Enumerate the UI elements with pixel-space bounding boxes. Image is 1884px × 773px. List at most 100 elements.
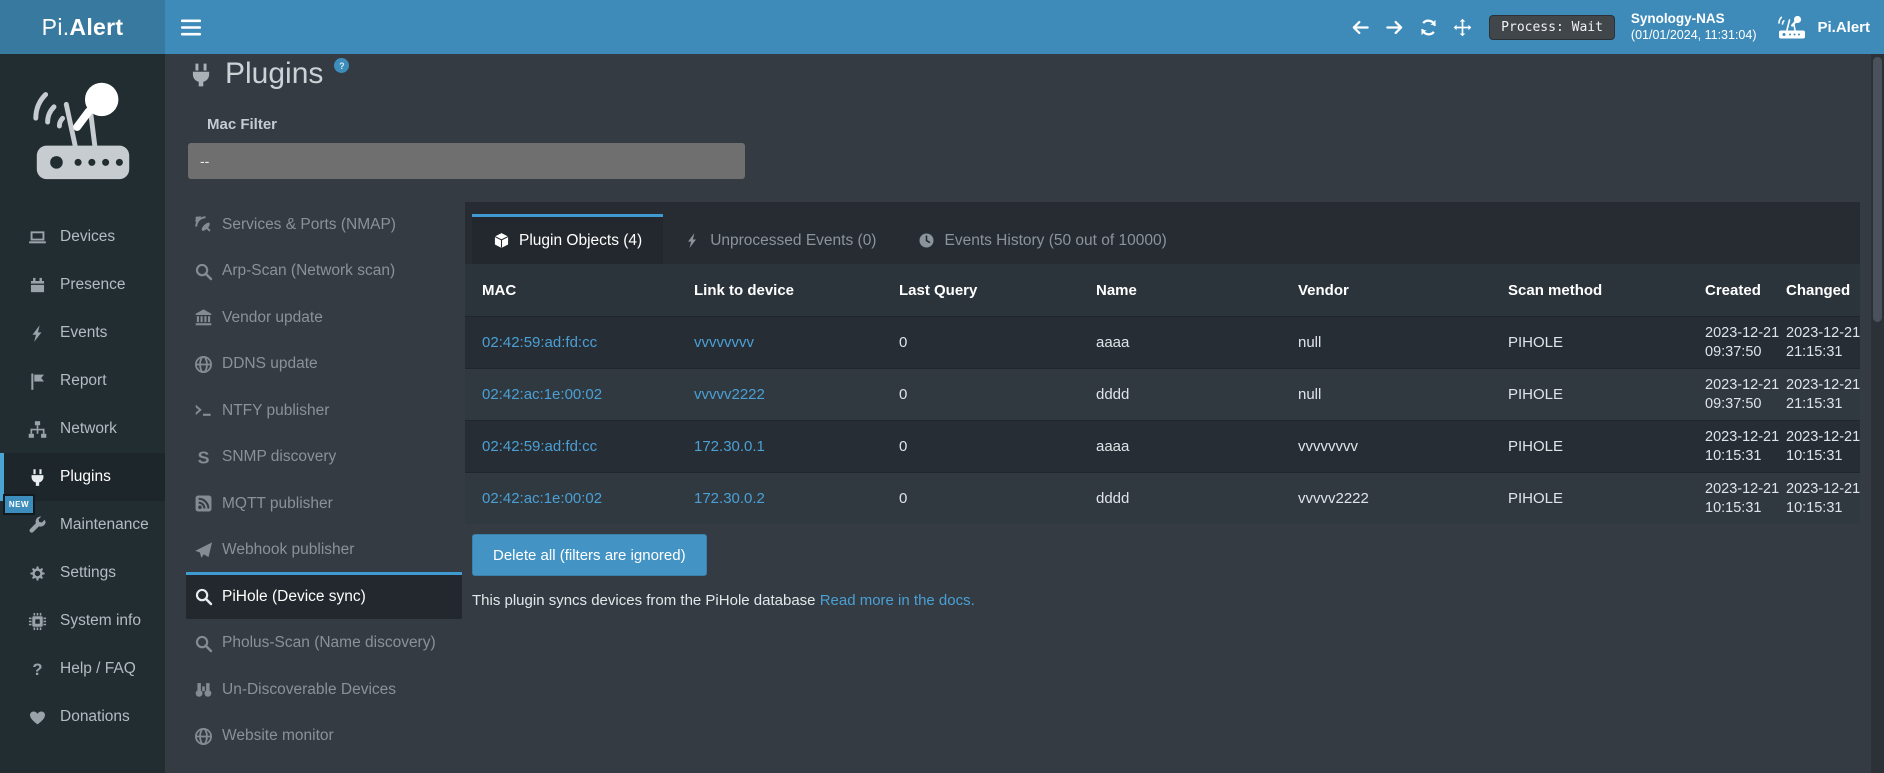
question-icon: ? (28, 660, 47, 679)
plugin-nav-item-arpscan[interactable]: Arp-Scan (Network scan) (186, 247, 462, 294)
created-date: 2023-12-21 (1705, 324, 1786, 343)
plugin-nav-item-pihole[interactable]: PiHole (Device sync) (186, 572, 462, 619)
tab-bar: Plugin Objects (4) Unprocessed Events (0… (465, 202, 1860, 264)
sidebar-item-label: Network (60, 420, 117, 438)
heart-icon (28, 708, 47, 727)
fullscreen-move-button[interactable] (1445, 0, 1479, 54)
host-name: Synology-NAS (1631, 11, 1757, 28)
plugin-nav-item-vendor-update[interactable]: Vendor update (186, 293, 462, 340)
arrow-right-icon (1385, 18, 1404, 37)
last-query-cell: 0 (899, 438, 1096, 455)
app-name: Pi.Alert (1817, 19, 1870, 36)
created-date: 2023-12-21 (1705, 376, 1786, 395)
globe-icon (194, 355, 213, 374)
sidebar-item-network[interactable]: Network (0, 405, 165, 453)
plugin-nav-item-webhook[interactable]: Webhook publisher (186, 526, 462, 573)
sidebar-item-label: Events (60, 324, 107, 342)
sidebar-item-system-info[interactable]: System info (0, 597, 165, 645)
plugin-description: This plugin syncs devices from the PiHol… (472, 592, 975, 609)
sidebar-item-report[interactable]: Report (0, 357, 165, 405)
search-icon (194, 262, 213, 281)
created-cell: 2023-12-21 10:15:31 (1705, 428, 1786, 466)
sidebar-item-plugins[interactable]: Plugins (0, 453, 165, 501)
mac-link[interactable]: 02:42:59:ad:fd:cc (482, 334, 694, 351)
plugin-detail-card: Plugin Objects (4) Unprocessed Events (0… (465, 202, 1860, 524)
plugin-nav-item-undiscoverable[interactable]: Un-Discoverable Devices (186, 665, 462, 712)
plugin-nav-item-website-monitor[interactable]: Website monitor (186, 712, 462, 759)
app-brand-right[interactable]: Pi.Alert (1776, 13, 1870, 41)
plugin-nav-label: Pholus-Scan (Name discovery) (222, 634, 436, 652)
delete-all-button[interactable]: Delete all (filters are ignored) (472, 534, 707, 576)
sidebar-item-label: Help / FAQ (60, 660, 136, 678)
tab-unprocessed-events[interactable]: Unprocessed Events (0) (663, 214, 897, 264)
sitemap-icon (28, 420, 47, 439)
docs-link[interactable]: Read more in the docs. (820, 592, 975, 609)
refresh-button[interactable] (1411, 0, 1445, 54)
scan-method-cell: PIHOLE (1508, 490, 1705, 507)
chip-icon (28, 612, 47, 631)
app-logo[interactable]: Pi.Alert (0, 0, 165, 54)
sidebar-item-presence[interactable]: Presence (0, 261, 165, 309)
tab-label: Events History (50 out of 10000) (944, 232, 1166, 250)
mac-link[interactable]: 02:42:ac:1e:00:02 (482, 386, 694, 403)
nav-forward-button[interactable] (1377, 0, 1411, 54)
flag-icon (28, 372, 47, 391)
changed-time: 21:15:31 (1786, 395, 1860, 414)
created-cell: 2023-12-21 09:37:50 (1705, 376, 1786, 414)
scan-method-cell: PIHOLE (1508, 334, 1705, 351)
table-row: 02:42:ac:1e:00:02 172.30.0.2 0 dddd vvvv… (465, 472, 1860, 524)
sidebar: Devices Presence Events Report Network P… (0, 54, 165, 773)
page-header: Plugins ? (188, 54, 349, 94)
binoculars-icon (194, 680, 213, 699)
name-cell: dddd (1096, 490, 1298, 507)
scrollbar-thumb[interactable] (1873, 57, 1882, 322)
sidebar-item-devices[interactable]: Devices (0, 213, 165, 261)
tab-plugin-objects[interactable]: Plugin Objects (4) (472, 214, 663, 264)
vendor-cell: vvvvv2222 (1298, 490, 1508, 507)
column-header-last-query: Last Query (899, 282, 1096, 299)
help-badge[interactable]: ? (334, 58, 349, 73)
changed-date: 2023-12-21 (1786, 480, 1860, 499)
host-timestamp: (01/01/2024, 11:31:04) (1631, 28, 1757, 44)
nav-back-button[interactable] (1343, 0, 1377, 54)
globe-icon (194, 727, 213, 746)
plugin-nav-item-ntfy[interactable]: NTFY publisher (186, 386, 462, 433)
mac-link[interactable]: 02:42:ac:1e:00:02 (482, 490, 694, 507)
device-link[interactable]: 172.30.0.2 (694, 490, 899, 507)
mac-filter-input[interactable] (188, 143, 745, 179)
move-arrows-icon (1453, 18, 1472, 37)
changed-date: 2023-12-21 (1786, 428, 1860, 447)
sidebar-item-label: Plugins (60, 468, 111, 486)
sidebar-item-donations[interactable]: Donations (0, 693, 165, 741)
sidebar-item-events[interactable]: Events (0, 309, 165, 357)
svg-text:S: S (198, 448, 210, 467)
changed-cell: 2023-12-21 21:15:31 (1786, 376, 1860, 414)
device-link[interactable]: 172.30.0.1 (694, 438, 899, 455)
page-scrollbar[interactable] (1871, 54, 1884, 773)
device-link[interactable]: vvvvv2222 (694, 386, 899, 403)
paper-plane-icon (194, 541, 213, 560)
vendor-cell: null (1298, 386, 1508, 403)
satellite-dish-icon (194, 215, 213, 234)
table-row: 02:42:59:ad:fd:cc 172.30.0.1 0 aaaa vvvv… (465, 420, 1860, 472)
plugin-nav-list: Services & Ports (NMAP) Arp-Scan (Networ… (186, 200, 462, 758)
plugin-description-text: This plugin syncs devices from the PiHol… (472, 592, 816, 609)
tab-events-history[interactable]: Events History (50 out of 10000) (897, 214, 1187, 264)
plugin-nav-item-nmap[interactable]: Services & Ports (NMAP) (186, 200, 462, 247)
plug-icon (188, 62, 214, 88)
device-link[interactable]: vvvvvvvv (694, 334, 899, 351)
sidebar-toggle-button[interactable] (168, 0, 214, 54)
plugin-nav-item-snmp[interactable]: S SNMP discovery (186, 433, 462, 480)
plugin-nav-item-pholus[interactable]: Pholus-Scan (Name discovery) (186, 619, 462, 666)
sidebar-item-settings[interactable]: Settings (0, 549, 165, 597)
table-row: 02:42:ac:1e:00:02 vvvvv2222 0 dddd null … (465, 368, 1860, 420)
plugin-nav-item-mqtt[interactable]: MQTT publisher (186, 479, 462, 526)
mac-link[interactable]: 02:42:59:ad:fd:cc (482, 438, 694, 455)
bank-icon (194, 308, 213, 327)
gear-icon (28, 564, 47, 583)
column-header-scan-method: Scan method (1508, 282, 1705, 299)
created-date: 2023-12-21 (1705, 480, 1786, 499)
plugin-nav-item-ddns[interactable]: DDNS update (186, 340, 462, 387)
sidebar-item-help-faq[interactable]: ? Help / FAQ (0, 645, 165, 693)
host-info: Synology-NAS (01/01/2024, 11:31:04) (1631, 11, 1757, 44)
